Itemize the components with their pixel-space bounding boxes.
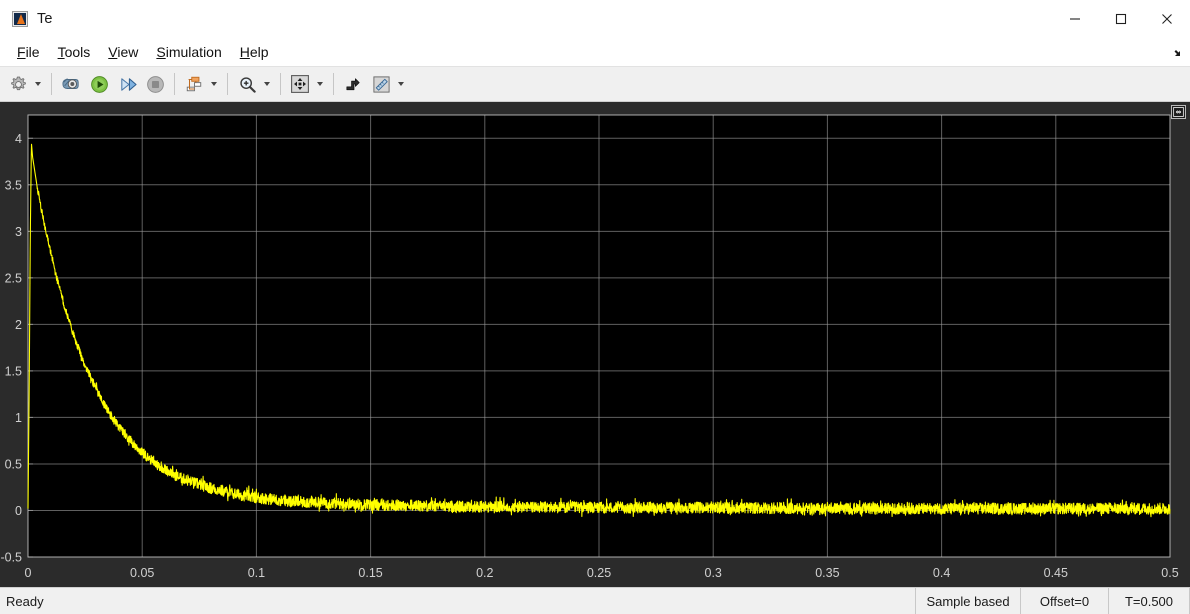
menu-view-rest: iew bbox=[117, 44, 139, 60]
window-title: Te bbox=[37, 10, 53, 27]
step-forward-button[interactable] bbox=[114, 71, 140, 97]
svg-text:1: 1 bbox=[15, 411, 22, 425]
zoom-in-icon bbox=[239, 76, 256, 93]
toolbar-separator-3 bbox=[227, 73, 228, 95]
menu-item-help[interactable]: Help bbox=[231, 40, 278, 64]
svg-text:0.05: 0.05 bbox=[130, 566, 154, 580]
signal-hierarchy-icon bbox=[186, 76, 202, 92]
stop-icon bbox=[146, 75, 164, 93]
svg-text:0.25: 0.25 bbox=[587, 566, 611, 580]
svg-text:0: 0 bbox=[15, 504, 22, 518]
minimize-button[interactable] bbox=[1052, 0, 1098, 38]
zoom-in-caret[interactable] bbox=[261, 71, 273, 97]
svg-text:2.5: 2.5 bbox=[5, 271, 22, 285]
status-offset: Offset=0 bbox=[1020, 588, 1108, 614]
measurements-caret[interactable] bbox=[395, 71, 407, 97]
menu-item-file[interactable]: File bbox=[8, 40, 49, 64]
toolbar bbox=[0, 67, 1190, 102]
toolbar-separator-1 bbox=[51, 73, 52, 95]
svg-text:0: 0 bbox=[25, 566, 32, 580]
signal-selection-button[interactable] bbox=[181, 71, 207, 97]
svg-text:0.4: 0.4 bbox=[933, 566, 950, 580]
toolbar-separator-4 bbox=[280, 73, 281, 95]
stop-button[interactable] bbox=[142, 71, 168, 97]
maximize-button[interactable] bbox=[1098, 0, 1144, 38]
svg-text:2: 2 bbox=[15, 318, 22, 332]
svg-text:0.15: 0.15 bbox=[358, 566, 382, 580]
svg-text:0.5: 0.5 bbox=[5, 457, 22, 471]
menu-help-rest: elp bbox=[249, 44, 269, 60]
svg-text:0.2: 0.2 bbox=[476, 566, 493, 580]
svg-text:3.5: 3.5 bbox=[5, 178, 22, 192]
svg-text:0.3: 0.3 bbox=[705, 566, 722, 580]
svg-text:0.1: 0.1 bbox=[248, 566, 265, 580]
trigger-icon bbox=[345, 77, 360, 90]
status-sample-mode: Sample based bbox=[915, 588, 1020, 614]
menu-help-mnemonic: H bbox=[239, 44, 250, 60]
scope-chart: 0 0.05 0.1 0.15 0.2 0.25 0.3 0.35 0.4 0.45 0.5 -0.5… bbox=[0, 102, 1190, 587]
measurements-button[interactable] bbox=[368, 71, 394, 97]
status-time: T=0.500 bbox=[1108, 588, 1190, 614]
title-bar: Te bbox=[0, 0, 1190, 38]
menu-view-mnemonic: V bbox=[108, 44, 118, 60]
svg-text:4: 4 bbox=[15, 132, 22, 146]
zoom-in-button[interactable] bbox=[234, 71, 260, 97]
menu-simulation-rest: imulation bbox=[165, 44, 222, 60]
menu-tools-mnemonic: T bbox=[57, 44, 65, 60]
status-bar: Ready Sample based Offset=0 T=0.500 bbox=[0, 587, 1190, 614]
menu-tools-rest: ools bbox=[64, 44, 91, 60]
simulink-scope-icon bbox=[12, 10, 28, 27]
svg-text:1.5: 1.5 bbox=[5, 364, 22, 378]
model-view-icon bbox=[62, 78, 79, 89]
step-forward-icon bbox=[120, 77, 137, 91]
scope-plot-area[interactable]: 0 0.05 0.1 0.15 0.2 0.25 0.3 0.35 0.4 0.45 0.5 -0.5… bbox=[0, 102, 1190, 587]
window-controls bbox=[1052, 0, 1190, 38]
menu-simulation-mnemonic: S bbox=[156, 44, 166, 60]
run-button[interactable] bbox=[86, 71, 112, 97]
maximize-axes-icon[interactable] bbox=[1171, 105, 1186, 119]
menu-file-rest: ile bbox=[25, 44, 40, 60]
trigger-button[interactable] bbox=[340, 71, 366, 97]
menu-file-mnemonic: F bbox=[17, 44, 26, 60]
ruler-icon bbox=[372, 75, 390, 93]
simulink-model-button[interactable] bbox=[58, 71, 84, 97]
configuration-properties-caret[interactable] bbox=[32, 71, 44, 97]
menu-item-tools[interactable]: Tools bbox=[49, 40, 100, 64]
fit-to-view-icon bbox=[291, 75, 309, 93]
svg-text:3: 3 bbox=[15, 225, 22, 239]
gear-icon bbox=[10, 76, 26, 90]
menu-item-simulation[interactable]: Simulation bbox=[147, 40, 230, 64]
svg-text:0.5: 0.5 bbox=[1161, 566, 1178, 580]
svg-text:0.35: 0.35 bbox=[815, 566, 839, 580]
autoscale-caret[interactable] bbox=[314, 71, 326, 97]
expand-arrow-icon[interactable] bbox=[1166, 44, 1184, 62]
scope-window: Te File Tools View Simulation Help 0 0.0… bbox=[0, 0, 1190, 614]
status-ready-label: Ready bbox=[6, 593, 44, 609]
toolbar-separator-5 bbox=[333, 73, 334, 95]
toolbar-separator-2 bbox=[174, 73, 175, 95]
close-button[interactable] bbox=[1144, 0, 1190, 38]
menu-bar: File Tools View Simulation Help bbox=[0, 38, 1190, 67]
configuration-properties-button[interactable] bbox=[5, 71, 31, 97]
play-icon bbox=[90, 75, 108, 93]
signal-selection-caret[interactable] bbox=[208, 71, 220, 97]
menu-item-view[interactable]: View bbox=[99, 40, 147, 64]
svg-text:-0.5: -0.5 bbox=[0, 551, 22, 565]
autoscale-button[interactable] bbox=[287, 71, 313, 97]
svg-text:0.45: 0.45 bbox=[1044, 566, 1068, 580]
